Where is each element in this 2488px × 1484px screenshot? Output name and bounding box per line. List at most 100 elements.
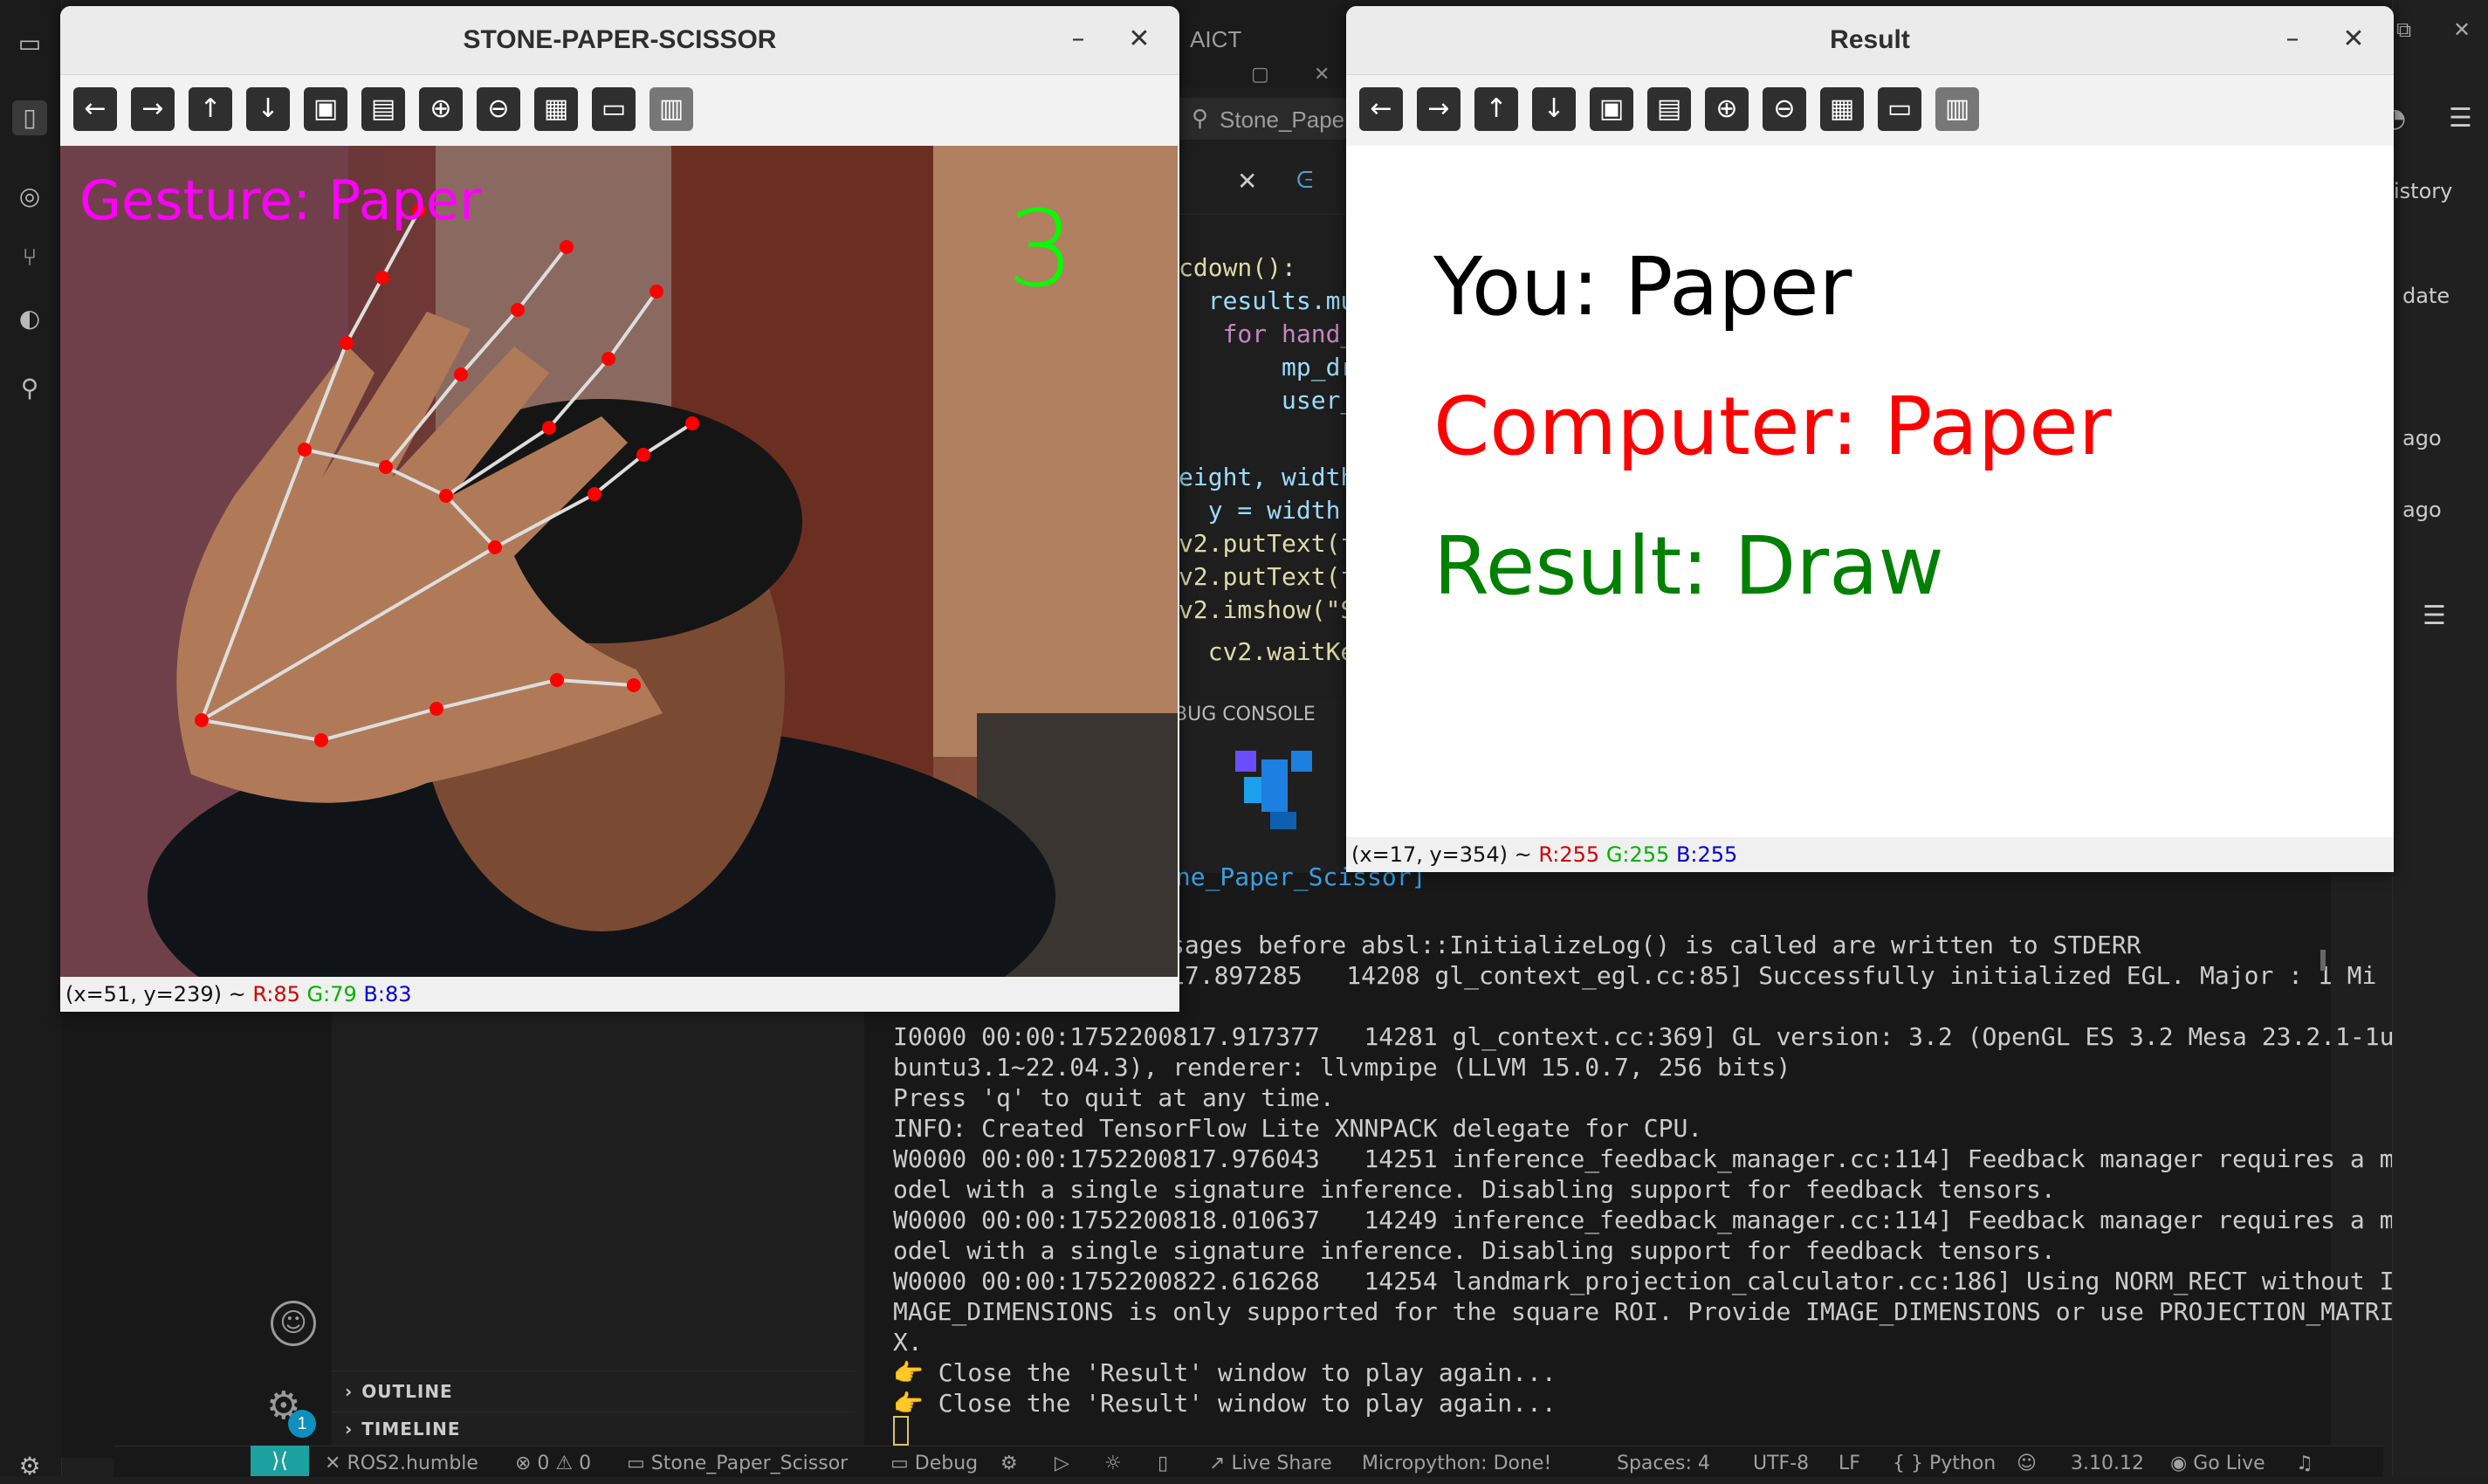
settings-icon[interactable]: ⚙ xyxy=(1000,1453,1018,1474)
landmark-connection xyxy=(494,492,595,549)
terminal-line: INFO: Created TensorFlow Lite XNNPACK de… xyxy=(893,1114,1703,1143)
landmark-connection xyxy=(607,290,658,361)
status-debug[interactable]: ▭ Debug xyxy=(890,1453,978,1474)
tab-aict[interactable]: AICT xyxy=(1190,26,1241,53)
terminal-line: buntu3.1~22.04.3), renderer: llvmpipe (L… xyxy=(893,1053,1791,1082)
image-settings-icon[interactable]: ▤ xyxy=(361,87,405,131)
menu-icon[interactable]: ☰ xyxy=(2449,103,2472,134)
landmark-point xyxy=(430,702,443,716)
settings-icon[interactable]: ⚙ xyxy=(12,1449,47,1484)
remote-indicator-icon[interactable]: ⟩⟨ xyxy=(251,1446,309,1476)
close-icon[interactable]: ✕ xyxy=(2336,22,2371,57)
result-window-titlebar[interactable]: Result – ✕ xyxy=(1346,6,2394,75)
clipboard-icon[interactable]: ▭ xyxy=(592,87,636,131)
arrow-down-icon[interactable]: ↓ xyxy=(1532,87,1576,131)
arrow-left-icon[interactable]: ← xyxy=(73,87,117,131)
terminal-scrollbar[interactable] xyxy=(2320,950,2326,971)
globe-icon[interactable]: ◎ xyxy=(12,179,47,214)
debug-icon[interactable]: ◐ xyxy=(12,301,47,336)
zoom-out-icon[interactable]: ⊖ xyxy=(477,87,520,131)
status-python-version[interactable]: 3.10.12 xyxy=(2071,1453,2144,1474)
maximize-icon[interactable]: ⧉ xyxy=(2396,17,2411,42)
explorer-icon[interactable]: ▯ xyxy=(12,100,47,135)
list-icon[interactable]: ☰ xyxy=(2423,601,2446,631)
arrow-right-icon[interactable]: → xyxy=(1417,87,1460,131)
properties-icon[interactable]: ▥ xyxy=(1935,87,1979,131)
notifications-icon[interactable]: ♫ xyxy=(2296,1453,2313,1474)
landmark-connection xyxy=(201,718,322,742)
accounts-icon[interactable]: ☺ xyxy=(271,1301,316,1346)
extensions-icon[interactable]: ⚲ xyxy=(12,371,47,406)
landmark-point xyxy=(550,673,564,687)
minimize-icon[interactable]: – xyxy=(1061,22,1096,57)
arrow-right-icon[interactable]: → xyxy=(131,87,175,131)
split-icon[interactable]: ▢ xyxy=(1251,63,1269,86)
close-icon[interactable]: ✕ xyxy=(1314,63,1330,86)
image-icon[interactable]: ▣ xyxy=(1590,87,1633,131)
arrow-left-icon[interactable]: ← xyxy=(1359,87,1403,131)
status-language[interactable]: { } Python xyxy=(1893,1453,1996,1474)
minimize-icon[interactable]: – xyxy=(2275,22,2310,57)
zoom-in-icon[interactable]: ⊕ xyxy=(1705,87,1749,131)
status-eol[interactable]: LF xyxy=(1839,1453,1860,1474)
landmark-point xyxy=(511,303,525,317)
source-control-icon[interactable]: ⑂ xyxy=(12,240,47,275)
status-micropython[interactable]: Micropython: Done! xyxy=(1362,1453,1551,1474)
code-line: user_ xyxy=(1179,386,1356,415)
status-folder[interactable]: ▭ Stone_Paper_Scissor xyxy=(627,1453,848,1474)
status-problems[interactable]: ⊗ 0 ⚠ 0 xyxy=(515,1453,591,1474)
pixel-g: G:255 xyxy=(1605,842,1670,867)
arrow-up-icon[interactable]: ↑ xyxy=(1474,87,1518,131)
image-settings-icon[interactable]: ▤ xyxy=(1647,87,1691,131)
landmark-point xyxy=(454,368,468,381)
landmark-connection xyxy=(200,546,497,722)
go-live-label: Go Live xyxy=(2193,1453,2265,1474)
accounts-badge: 1 xyxy=(288,1410,316,1438)
terminal-line: sages before absl::InitializeLog() is ca… xyxy=(1170,931,2141,959)
close-tab-icon[interactable]: ✕ xyxy=(1237,167,1257,196)
bug-icon[interactable]: ☼ xyxy=(1104,1453,1122,1474)
terminal-line: 17.897285 14208 gl_context_egl.cc:85] Su… xyxy=(1170,961,2377,990)
landmark-point xyxy=(314,733,328,747)
pixel-coords: (x=17, y=354) ~ xyxy=(1351,842,1539,867)
copilot-icon[interactable]: ☺ xyxy=(2017,1453,2037,1474)
status-spaces[interactable]: Spaces: 4 xyxy=(1617,1453,1710,1474)
result-window[interactable]: Result – ✕ ← → ↑ ↓ ▣ ▤ ⊕ ⊖ ▦ ▭ ▥ You: Paper Comput… xyxy=(1346,6,2394,872)
code-line: v2.imshow("S xyxy=(1179,595,1356,624)
pixel-coords: (x=51, y=239) ~ xyxy=(65,982,253,1007)
arrow-up-icon[interactable]: ↑ xyxy=(189,87,232,131)
run-icon[interactable]: ▷ xyxy=(1055,1453,1069,1474)
properties-icon[interactable]: ▥ xyxy=(649,87,693,131)
command-center-search[interactable]: ⚲ Stone_Pape xyxy=(1174,98,1349,140)
status-live-share[interactable]: ↗ Live Share xyxy=(1209,1453,1332,1474)
image-icon[interactable]: ▣ xyxy=(304,87,347,131)
webcam-feed: Gesture: Paper 3 xyxy=(60,146,1178,984)
python-file-icon: ᕮ xyxy=(1296,167,1314,193)
clipboard-icon[interactable]: ▭ xyxy=(1878,87,1921,131)
outline-section[interactable]: › OUTLINE xyxy=(345,1381,453,1402)
landmark-point xyxy=(340,336,354,350)
camera-window[interactable]: STONE-PAPER-SCISSOR – ✕ ← → ↑ ↓ ▣ ▤ ⊕ ⊖ ▦ ▭ ▥ xyxy=(60,6,1179,1012)
status-encoding[interactable]: UTF-8 xyxy=(1753,1453,1809,1474)
window-icon[interactable]: ▭ xyxy=(12,26,47,61)
live-share-label: Live Share xyxy=(1231,1453,1332,1474)
zoom-in-icon[interactable]: ⊕ xyxy=(419,87,463,131)
search-text: Stone_Pape xyxy=(1220,106,1345,133)
save-icon[interactable]: ▦ xyxy=(534,87,578,131)
camera-window-titlebar[interactable]: STONE-PAPER-SCISSOR – ✕ xyxy=(60,6,1179,75)
zoom-out-icon[interactable]: ⊖ xyxy=(1763,87,1806,131)
landmark-point xyxy=(195,713,209,727)
file-tab[interactable]: ✕ ᕮ xyxy=(1174,153,1349,215)
arrow-down-icon[interactable]: ↓ xyxy=(246,87,290,131)
close-icon: ✕ xyxy=(325,1453,347,1474)
status-go-live[interactable]: ◉ Go Live xyxy=(2170,1453,2265,1474)
close-icon[interactable]: ✕ xyxy=(1122,22,1157,57)
date-label: date xyxy=(2402,284,2450,308)
save-icon[interactable]: ▦ xyxy=(1820,87,1864,131)
timeline-section[interactable]: › TIMELINE xyxy=(345,1419,460,1439)
status-remote[interactable]: ✕ ROS2.humble xyxy=(325,1453,478,1474)
close-icon[interactable]: ✕ xyxy=(2453,17,2471,42)
history-label: istory xyxy=(2394,179,2453,203)
trash-icon[interactable]: ▯ xyxy=(1158,1453,1168,1474)
debug-console-tab[interactable]: BUG CONSOLE xyxy=(1174,698,1349,733)
